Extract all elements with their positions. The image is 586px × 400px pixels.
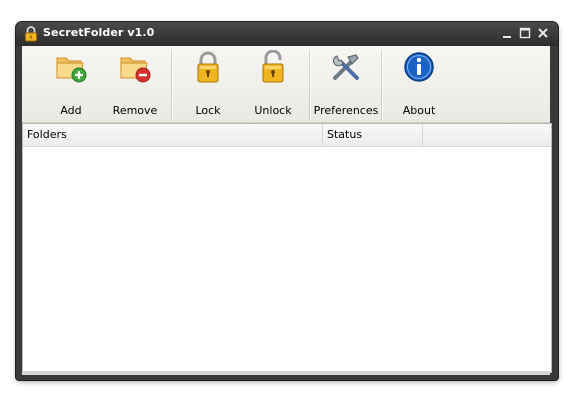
padlock-locked-icon bbox=[192, 50, 224, 84]
lock-button[interactable]: Lock bbox=[173, 46, 243, 122]
unlock-label: Unlock bbox=[254, 104, 292, 117]
column-header-status[interactable]: Status bbox=[323, 124, 423, 146]
toolbar: Add Remove Lock Unlock Preferences About bbox=[22, 46, 550, 123]
unlock-button[interactable]: Unlock bbox=[238, 46, 308, 122]
toolbar-separator bbox=[381, 50, 383, 120]
folder-remove-icon bbox=[119, 50, 151, 84]
folder-add-icon bbox=[55, 50, 87, 84]
close-button[interactable] bbox=[535, 25, 551, 41]
about-button[interactable]: About bbox=[384, 46, 454, 122]
info-icon bbox=[403, 50, 435, 84]
maximize-button[interactable] bbox=[517, 25, 533, 41]
add-label: Add bbox=[60, 104, 82, 117]
minimize-button[interactable] bbox=[499, 25, 515, 41]
window-title: SecretFolder v1.0 bbox=[43, 26, 155, 39]
status-bar bbox=[22, 371, 550, 375]
preferences-label: Preferences bbox=[313, 104, 379, 117]
preferences-button[interactable]: Preferences bbox=[308, 46, 384, 122]
lock-label: Lock bbox=[195, 104, 221, 117]
tools-icon bbox=[330, 50, 362, 84]
folder-list[interactable]: Folders Status bbox=[22, 123, 552, 373]
column-header-folders[interactable]: Folders bbox=[23, 124, 323, 146]
padlock-unlocked-icon bbox=[257, 49, 289, 84]
about-label: About bbox=[402, 104, 436, 117]
add-button[interactable]: Add bbox=[36, 46, 106, 122]
column-header-filler bbox=[423, 124, 551, 146]
list-header: Folders Status bbox=[23, 124, 551, 147]
remove-button[interactable]: Remove bbox=[100, 46, 170, 122]
title-bar[interactable]: SecretFolder v1.0 bbox=[16, 22, 558, 46]
app-window: SecretFolder v1.0 Add Remove Lock Unlock… bbox=[16, 22, 558, 380]
lock-icon bbox=[24, 26, 38, 42]
remove-label: Remove bbox=[112, 104, 158, 117]
